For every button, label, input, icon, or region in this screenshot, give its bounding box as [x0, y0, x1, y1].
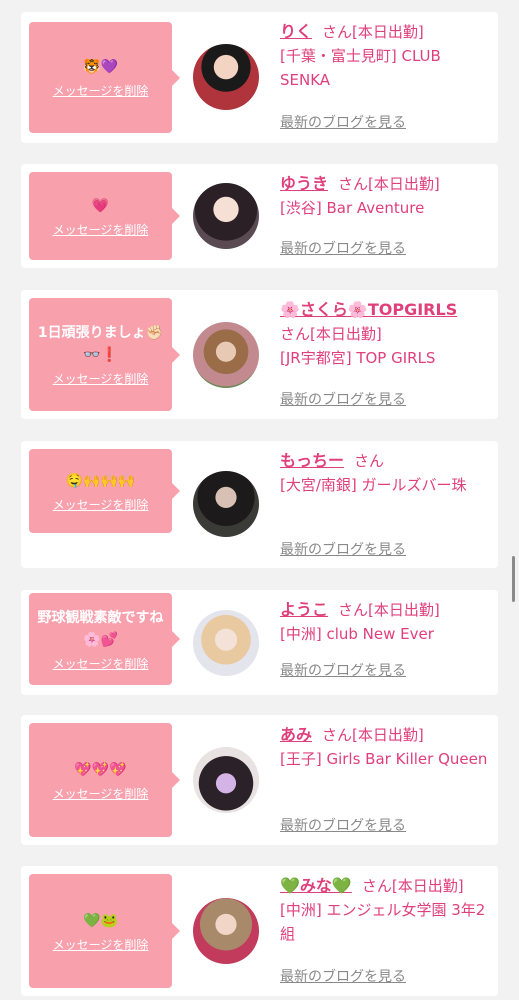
- delete-message-link[interactable]: メッセージを削除: [53, 496, 149, 513]
- status-text: さん[本日出勤]: [322, 726, 424, 744]
- message-text: 💚🐸: [83, 912, 118, 929]
- message-bubble: 💗 メッセージを削除: [29, 172, 180, 260]
- avatar[interactable]: [193, 747, 259, 813]
- list-item: 1日頑張りましょ✊🏻👓❗ メッセージを削除 🌸さくら🌸TOPGIRLS さん[本…: [21, 290, 498, 419]
- shop-text: [中洲] club New Ever: [280, 625, 434, 643]
- profile-info: もっちー さん [大宮/南銀] ガールズバー珠: [280, 449, 490, 497]
- profile-name-link[interactable]: りく: [280, 22, 312, 41]
- profile-name-link[interactable]: 💚みな💚: [280, 876, 352, 895]
- message-bubble: 🐯💜 メッセージを削除: [29, 22, 180, 133]
- latest-blog-link[interactable]: 最新のブログを見る: [280, 112, 406, 132]
- message-text: 🤤🙌🙌🙌: [65, 472, 136, 489]
- shop-text: [千葉・富士見町] CLUB SENKA: [280, 47, 441, 89]
- shop-text: [渋谷] Bar Aventure: [280, 199, 425, 217]
- message-text: 1日頑張りましょ✊🏻👓❗: [37, 325, 164, 363]
- profile-info: 🌸さくら🌸TOPGIRLS さん[本日出勤] [JR宇都宮] TOP GIRLS: [280, 298, 490, 370]
- message-text: 💖💖💖: [74, 761, 127, 778]
- avatar[interactable]: [193, 610, 259, 676]
- latest-blog-link[interactable]: 最新のブログを見る: [280, 815, 406, 835]
- delete-message-link[interactable]: メッセージを削除: [53, 785, 149, 802]
- delete-message-link[interactable]: メッセージを削除: [53, 936, 149, 953]
- profile-name-link[interactable]: ゆうき: [280, 174, 328, 193]
- status-text: さん[本日出勤]: [361, 877, 464, 895]
- list-item: 🤤🙌🙌🙌 メッセージを削除 もっちー さん [大宮/南銀] ガールズバー珠 最新の…: [21, 441, 498, 568]
- message-text: 🐯💜: [83, 59, 118, 75]
- message-bubble: 💖💖💖 メッセージを削除: [29, 723, 180, 837]
- message-text: 💗: [91, 197, 110, 214]
- latest-blog-link[interactable]: 最新のブログを見る: [280, 238, 406, 258]
- list-item: 野球観戦素敵ですね🌸💕 メッセージを削除 ようこ さん[本日出勤] [中洲] cl…: [21, 590, 498, 695]
- avatar[interactable]: [193, 183, 259, 249]
- shop-text: [JR宇都宮] TOP GIRLS: [280, 349, 436, 367]
- latest-blog-link[interactable]: 最新のブログを見る: [280, 966, 406, 986]
- list-item: 💚🐸 メッセージを削除 💚みな💚 さん[本日出勤] [中洲] エンジェル女学園 3…: [21, 866, 498, 996]
- message-bubble: 野球観戦素敵ですね🌸💕 メッセージを削除: [29, 593, 180, 685]
- profile-info: あみ さん[本日出勤] [王子] Girls Bar Killer Queen: [280, 723, 490, 771]
- shop-text: [大宮/南銀] ガールズバー珠: [280, 476, 467, 494]
- avatar[interactable]: [193, 44, 259, 110]
- message-bubble: 1日頑張りましょ✊🏻👓❗ メッセージを削除: [29, 298, 180, 411]
- avatar[interactable]: [193, 898, 259, 964]
- list-item: 💖💖💖 メッセージを削除 あみ さん[本日出勤] [王子] Girls Bar K…: [21, 715, 498, 845]
- status-text: さん[本日出勤]: [322, 23, 424, 41]
- profile-info: 💚みな💚 さん[本日出勤] [中洲] エンジェル女学園 3年2組: [280, 874, 490, 946]
- latest-blog-link[interactable]: 最新のブログを見る: [280, 389, 406, 409]
- latest-blog-link[interactable]: 最新のブログを見る: [280, 660, 406, 680]
- delete-message-link[interactable]: メッセージを削除: [53, 370, 149, 387]
- profile-info: りく さん[本日出勤] [千葉・富士見町] CLUB SENKA: [280, 20, 490, 92]
- shop-text: [王子] Girls Bar Killer Queen: [280, 750, 488, 768]
- message-bubble: 🤤🙌🙌🙌 メッセージを削除: [29, 449, 180, 533]
- profile-info: ゆうき さん[本日出勤] [渋谷] Bar Aventure: [280, 172, 490, 220]
- status-text: さん: [354, 452, 385, 470]
- shop-text: [中洲] エンジェル女学園 3年2組: [280, 901, 486, 943]
- profile-name-link[interactable]: ようこ: [280, 600, 328, 619]
- profile-name-link[interactable]: もっちー: [280, 451, 344, 470]
- delete-message-link[interactable]: メッセージを削除: [53, 655, 149, 672]
- delete-message-link[interactable]: メッセージを削除: [53, 221, 149, 238]
- profile-info: ようこ さん[本日出勤] [中洲] club New Ever: [280, 598, 490, 646]
- profile-name-link[interactable]: 🌸さくら🌸TOPGIRLS: [280, 300, 457, 319]
- latest-blog-link[interactable]: 最新のブログを見る: [280, 539, 406, 559]
- avatar[interactable]: [193, 322, 259, 388]
- status-text: さん[本日出勤]: [338, 175, 440, 193]
- delete-message-link[interactable]: メッセージを削除: [53, 82, 149, 99]
- status-text: さん[本日出勤]: [338, 601, 440, 619]
- list-item: 🐯💜 メッセージを削除 りく さん[本日出勤] [千葉・富士見町] CLUB SE…: [21, 12, 498, 143]
- avatar[interactable]: [193, 471, 259, 537]
- message-text: 野球観戦素敵ですね🌸💕: [37, 609, 164, 648]
- profile-name-link[interactable]: あみ: [280, 725, 312, 744]
- status-text: さん[本日出勤]: [280, 325, 382, 343]
- scrollbar[interactable]: [512, 556, 515, 602]
- list-item: 💗 メッセージを削除 ゆうき さん[本日出勤] [渋谷] Bar Aventure…: [21, 164, 498, 268]
- message-bubble: 💚🐸 メッセージを削除: [29, 874, 180, 988]
